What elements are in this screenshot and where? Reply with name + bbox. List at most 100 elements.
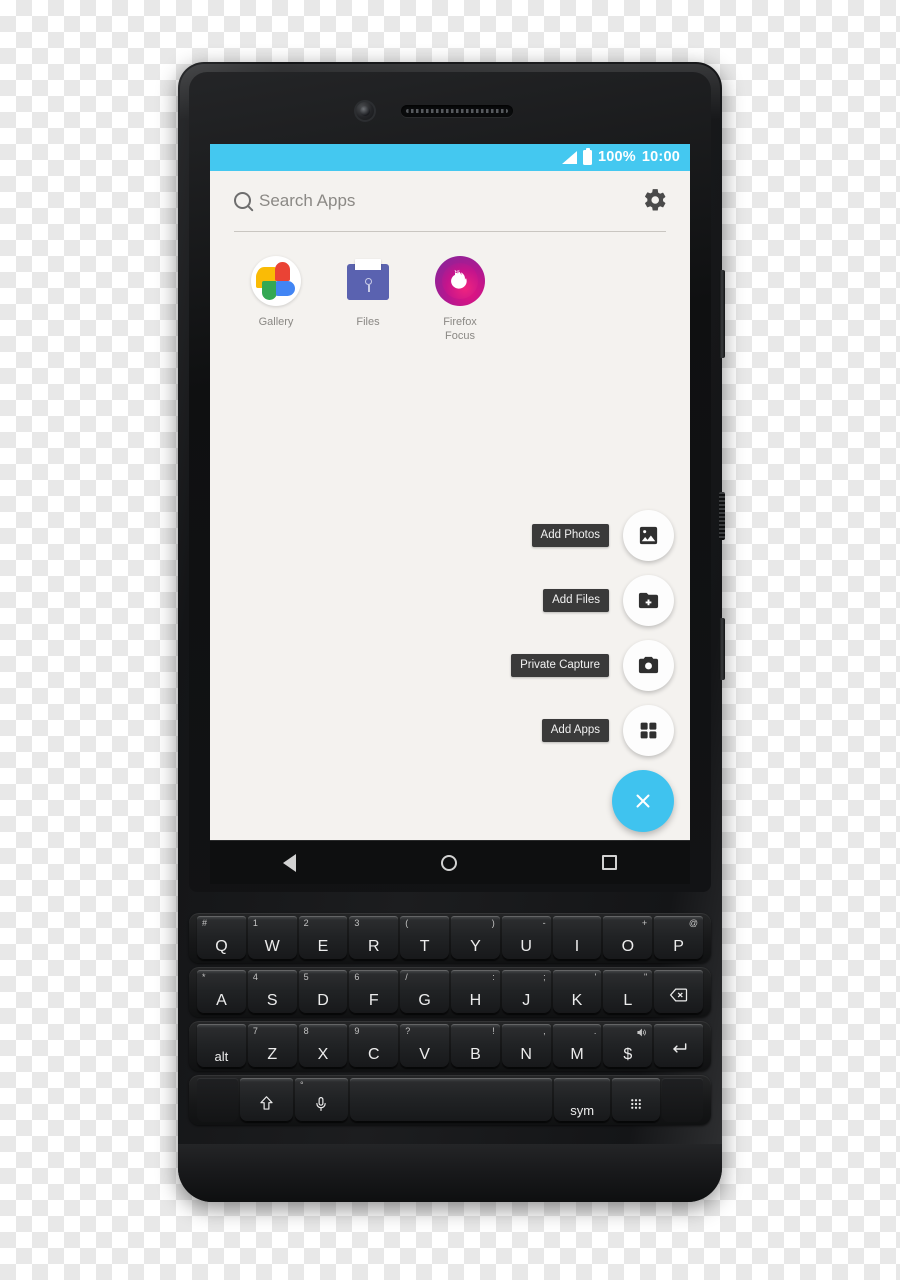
app-item-gallery[interactable]: Gallery — [242, 256, 310, 344]
fab-item-add-apps[interactable]: Add Apps — [541, 705, 674, 756]
back-icon[interactable] — [282, 853, 296, 872]
app-item-firefox-focus[interactable]: Firefox Focus — [426, 256, 494, 344]
key-label: H — [469, 992, 482, 1009]
key-c[interactable]: 9C — [349, 1024, 399, 1068]
key-label: sym — [570, 1103, 595, 1118]
phone-device: 100% 10:00 Search Apps Gallery Files Fir… — [178, 62, 725, 1202]
enter-key[interactable] — [654, 1024, 703, 1068]
sym-key[interactable]: sym — [554, 1078, 610, 1122]
key-alt-label: @ — [688, 918, 698, 928]
keyboard-grid-icon — [627, 1095, 645, 1113]
image-icon[interactable] — [623, 510, 674, 561]
key-m[interactable]: .M — [552, 1024, 602, 1068]
power-button[interactable] — [719, 618, 725, 680]
key-b[interactable]: ! B — [451, 1024, 500, 1068]
app-item-files[interactable]: Files — [334, 256, 402, 344]
space-key[interactable] — [350, 1078, 553, 1122]
key-label: X — [317, 1046, 329, 1063]
folder-plus-icon[interactable] — [623, 575, 674, 626]
front-camera-icon — [354, 100, 376, 122]
key-alt-label: / — [405, 972, 408, 982]
key-alt-label: ; — [543, 972, 546, 982]
key-a[interactable]: * A — [197, 970, 246, 1014]
key-alt-label: ° — [299, 1080, 304, 1090]
key-w[interactable]: 1W — [247, 916, 297, 960]
key-h[interactable]: :H — [451, 970, 500, 1014]
keyboard-row-2: * A 4 S 5 D 6 F / G: H; J ' K " L — [189, 967, 711, 1017]
key-dollar[interactable]: $ — [603, 1024, 653, 1068]
files-icon — [343, 256, 393, 306]
speaker-icon — [636, 1027, 647, 1038]
key-t[interactable]: (T — [400, 916, 449, 960]
status-bar: 100% 10:00 — [210, 144, 690, 171]
key-alt-label: 2 — [303, 918, 309, 928]
key-s[interactable]: 4S — [247, 970, 297, 1014]
key-f[interactable]: 6F — [349, 970, 399, 1014]
backspace-key[interactable] — [654, 970, 703, 1014]
key-alt-label: " — [643, 972, 648, 982]
close-icon[interactable] — [612, 770, 674, 832]
alt-key[interactable]: alt — [197, 1024, 246, 1068]
keyboard-toggle-key[interactable] — [611, 1078, 661, 1122]
volume-button[interactable] — [719, 270, 725, 358]
gallery-icon — [251, 256, 301, 306]
key-label: M — [570, 1046, 584, 1063]
fab-item-add-files[interactable]: Add Files — [543, 575, 674, 626]
key-j[interactable]: ; J — [501, 970, 551, 1014]
key-v[interactable]: ? V — [400, 1024, 449, 1068]
key-u[interactable]: -U — [501, 916, 551, 960]
camera-icon[interactable] — [623, 640, 674, 691]
home-icon[interactable] — [440, 854, 457, 871]
key-q[interactable]: # Q — [197, 916, 246, 960]
grid-apps-icon[interactable] — [623, 705, 674, 756]
fab-label: Private Capture — [511, 653, 609, 678]
shift-icon — [257, 1094, 276, 1113]
key-e[interactable]: 2E — [298, 916, 348, 960]
key-l[interactable]: " L — [603, 970, 653, 1014]
key-alt-label: ? — [405, 1026, 411, 1036]
key-z[interactable]: 7Z — [247, 1024, 297, 1068]
key-label: $ — [623, 1046, 633, 1063]
microphone-key[interactable]: ° — [294, 1078, 348, 1122]
key-o[interactable]: + O — [603, 916, 653, 960]
key-alt-label: 5 — [303, 972, 309, 982]
key-x[interactable]: 8X — [298, 1024, 348, 1068]
key-d[interactable]: 5D — [298, 970, 348, 1014]
key-alt-label: 3 — [354, 918, 360, 928]
app-label-line1: Firefox — [443, 316, 477, 328]
navigation-bar — [210, 840, 690, 884]
key-i[interactable]: I — [552, 916, 602, 960]
key-p[interactable]: @ P — [654, 916, 703, 960]
key-label: alt — [214, 1049, 229, 1064]
key-g[interactable]: / G — [400, 970, 449, 1014]
key-label: Y — [470, 938, 481, 955]
key-label: S — [266, 992, 278, 1009]
key-k[interactable]: ' K — [552, 970, 602, 1014]
fab-label: Add Apps — [541, 718, 609, 743]
key-alt-label: ( — [405, 918, 409, 928]
key-n[interactable]: ,N — [501, 1024, 551, 1068]
app-grid: Gallery Files Firefox Focus — [210, 232, 690, 344]
convenience-key-button[interactable] — [719, 492, 725, 540]
key-label: G — [418, 992, 431, 1009]
key-y[interactable]: ) Y — [451, 916, 500, 960]
key-label: B — [470, 1046, 481, 1063]
recents-icon[interactable] — [602, 855, 618, 870]
battery-full-icon — [583, 147, 593, 165]
fab-item-private-capture[interactable]: Private Capture — [511, 640, 674, 691]
key-label: A — [216, 992, 227, 1009]
shift-key[interactable] — [239, 1078, 293, 1122]
battery-percent-label: 100% — [598, 149, 636, 166]
key-label: R — [368, 938, 380, 955]
fab-item-add-photos[interactable]: Add Photos — [531, 510, 674, 561]
app-label: Files — [356, 316, 380, 328]
key-alt-label: 6 — [354, 972, 360, 982]
device-chin — [178, 1144, 722, 1202]
key-alt-label: 9 — [354, 1026, 360, 1036]
cellular-signal-icon — [562, 151, 578, 164]
gear-icon[interactable] — [642, 187, 668, 213]
search-input[interactable]: Search Apps — [259, 192, 642, 209]
keyboard-row-4: ° sym — [189, 1075, 711, 1125]
blank-key — [662, 1078, 703, 1122]
key-r[interactable]: 3R — [349, 916, 399, 960]
